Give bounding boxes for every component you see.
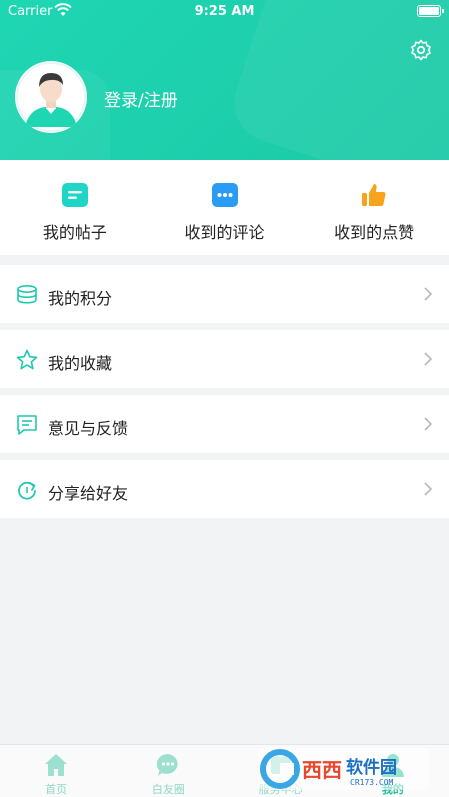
settings-gear-icon[interactable] (409, 38, 433, 62)
menu-item-favorites[interactable]: 我的收藏 (0, 330, 449, 388)
svg-text:软件园: 软件园 (346, 757, 397, 778)
menu-list: 我的积分 我的收藏 意见与反馈 分享给好友 (0, 265, 449, 525)
quick-action-label: 我的帖子 (42, 223, 107, 242)
menu-item-feedback[interactable]: 意见与反馈 (0, 395, 449, 453)
chevron-right-icon (424, 417, 433, 431)
tab-home[interactable]: 首页 (0, 745, 112, 797)
default-avatar-icon (16, 62, 86, 132)
thumbs-up-icon (362, 184, 386, 206)
menu-item-points[interactable]: 我的积分 (0, 265, 449, 323)
star-icon (16, 349, 38, 370)
quick-action-label: 收到的评论 (184, 223, 265, 242)
menu-item-label: 我的收藏 (48, 354, 113, 373)
tab-friends-circle[interactable]: 白友圈 (112, 745, 224, 797)
svg-text:西西: 西西 (302, 758, 342, 782)
login-register-link[interactable]: 登录/注册 (104, 86, 178, 111)
site-watermark-logo: 西西 软件园 CR173.COM (258, 748, 430, 790)
menu-item-share[interactable]: 分享给好友 (0, 460, 449, 518)
received-comments-button[interactable]: 收到的评论 (150, 160, 300, 255)
tab-label: 白友圈 (151, 783, 185, 796)
home-icon (45, 754, 68, 776)
received-likes-button[interactable]: 收到的点赞 (299, 160, 449, 255)
avatar[interactable] (15, 61, 87, 133)
clock: 9:25 AM (194, 4, 255, 19)
header-decoration (223, 0, 449, 160)
tab-label: 首页 (45, 783, 68, 796)
coins-icon (17, 284, 37, 304)
quick-action-label: 收到的点赞 (334, 223, 415, 242)
comment-icon (211, 183, 238, 207)
quick-actions: 我的帖子 收到的评论 收到的点赞 (0, 160, 449, 255)
profile-header: Carrier 9:25 AM 登录/注册 (0, 0, 449, 160)
share-icon (18, 481, 36, 500)
my-posts-button[interactable]: 我的帖子 (0, 160, 150, 255)
status-bar: Carrier 9:25 AM (0, 0, 449, 24)
post-icon (61, 183, 88, 207)
chevron-right-icon (424, 352, 433, 366)
chevron-right-icon (424, 482, 433, 496)
battery-icon (417, 5, 444, 17)
chat-icon (157, 753, 178, 776)
menu-item-label: 分享给好友 (48, 484, 129, 503)
svg-text:CR173.COM: CR173.COM (350, 778, 394, 787)
chevron-right-icon (424, 287, 433, 301)
feedback-icon (17, 415, 37, 435)
menu-item-label: 意见与反馈 (48, 419, 129, 438)
menu-item-label: 我的积分 (48, 289, 113, 308)
